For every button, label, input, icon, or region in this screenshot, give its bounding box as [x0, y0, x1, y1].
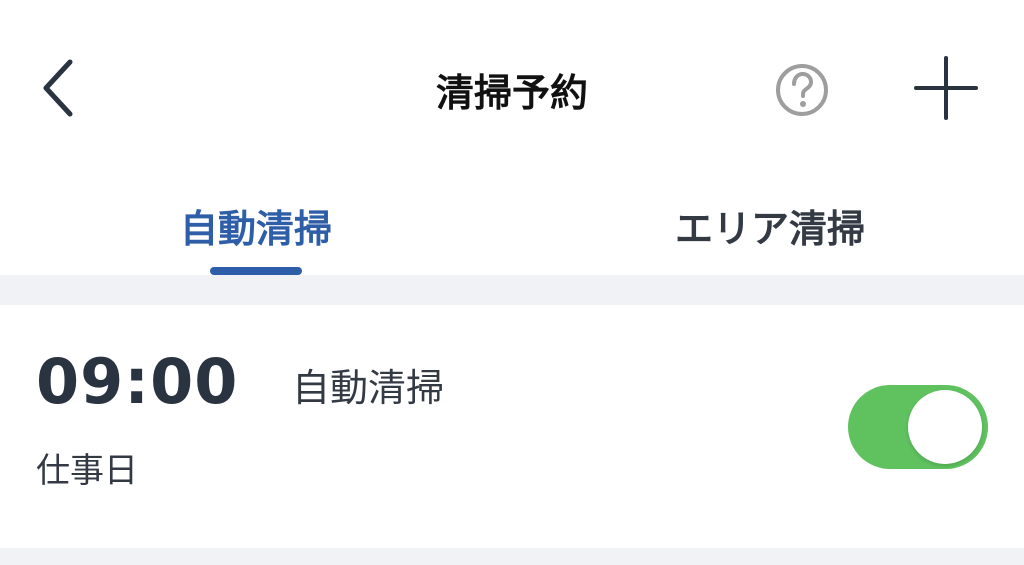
- page-title: 清掃予約: [435, 71, 588, 115]
- tab-bar: 自動清掃 エリア清掃: [0, 175, 1024, 275]
- question-circle-icon: [774, 62, 830, 122]
- help-button[interactable]: [768, 62, 836, 122]
- back-button[interactable]: [28, 58, 88, 122]
- tab-auto-cleaning[interactable]: 自動清掃: [120, 175, 392, 275]
- schedule-item[interactable]: 09:00 自動清掃 仕事日: [0, 305, 1024, 548]
- schedule-enable-toggle[interactable]: [848, 385, 988, 469]
- schedule-time: 09:00: [36, 345, 239, 418]
- chevron-left-icon: [38, 56, 78, 124]
- schedule-days: 仕事日: [36, 451, 138, 491]
- schedule-mode: 自動清掃: [292, 366, 445, 410]
- header: 清掃予約: [0, 40, 1024, 140]
- active-tab-indicator: [210, 267, 302, 275]
- tab-area-cleaning[interactable]: エリア清掃: [610, 175, 930, 275]
- top-bar: 清掃予約: [0, 0, 1024, 175]
- add-schedule-button[interactable]: [906, 54, 986, 126]
- plus-icon: [914, 56, 978, 124]
- toggle-knob: [908, 390, 982, 464]
